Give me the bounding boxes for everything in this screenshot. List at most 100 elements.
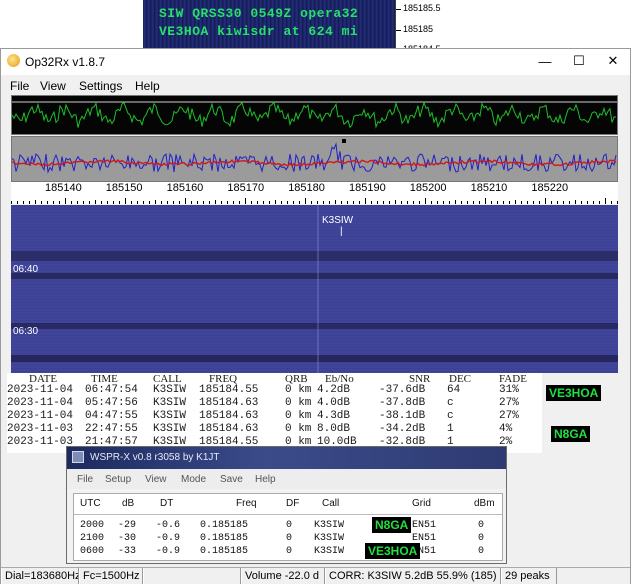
app-icon <box>7 54 20 67</box>
spot-cell: -37.8dB <box>379 397 426 409</box>
wsprx-menu-mode[interactable]: Mode <box>181 474 206 485</box>
spot-cell: -34.2dB <box>379 423 426 435</box>
wsprx-menu-save[interactable]: Save <box>220 474 243 485</box>
spot-cell: 0 km <box>285 397 312 409</box>
spot-cell: 185184.63 <box>199 397 259 409</box>
menu-help[interactable]: Help <box>135 79 160 93</box>
spot-cell: 2023-11-03 <box>7 423 74 435</box>
wsprx-cell: 0 <box>286 546 293 557</box>
wsprx-cell: 0 <box>286 533 293 544</box>
menu-settings[interactable]: Settings <box>79 79 122 93</box>
wsprx-menu-view[interactable]: View <box>145 474 167 485</box>
spot-cell: 27% <box>499 397 519 409</box>
waterfall-time-label: 06:30 <box>13 326 39 337</box>
overlay-scale-label: 185185.5 <box>403 3 441 13</box>
wsprx-column-header: DT <box>160 498 174 509</box>
waterfall-spot-marker: | <box>340 226 343 237</box>
status-bar: Dial=183680Hz Fc=1500Hz Volume -22.0 d C… <box>1 567 630 584</box>
maximize-button[interactable]: ☐ <box>562 49 596 73</box>
spot-cell: 2023-11-04 <box>7 384 74 396</box>
frequency-scale-label: 185200 <box>409 182 447 194</box>
title-bar[interactable]: Op32Rx v1.8.7 — ☐ ✕ <box>1 49 630 75</box>
status-fc: Fc=1500Hz <box>79 568 143 584</box>
menu-view[interactable]: View <box>40 79 66 93</box>
spot-cell: 4% <box>499 423 513 435</box>
frequency-scale: 185140 185150 185160 185170 185180 185190 1852… <box>11 182 618 204</box>
wsprx-cell: -0.9 <box>156 533 181 544</box>
wsprx-column-header: UTC <box>80 498 101 509</box>
wsprx-cell: K3SIW <box>314 546 345 557</box>
audio-waveform-display <box>11 95 618 135</box>
spectrum-display <box>11 136 618 182</box>
spot-cell: 185184.63 <box>199 410 259 422</box>
wsprx-cell: 0 <box>478 520 485 531</box>
wsprx-column-header: Grid <box>412 498 431 509</box>
spot-cell: 0 km <box>285 423 312 435</box>
wsprx-cell: 2000 <box>80 520 105 531</box>
wsprx-menu-file[interactable]: File <box>77 474 93 485</box>
frequency-scale-label: 185160 <box>166 182 204 194</box>
menu-bar: File View Settings Help <box>1 75 630 95</box>
wsprx-column-header: Freq <box>236 498 257 509</box>
status-blank <box>143 568 241 584</box>
overlay-scale-label: 185185 <box>403 24 434 34</box>
wsprx-cell: 0600 <box>80 546 105 557</box>
n8ga-callsign-tag: N8GA <box>551 426 591 442</box>
spot-cell: K3SIW <box>153 384 187 396</box>
wsprx-column-header: dB <box>122 498 135 509</box>
waterfall-display[interactable]: K3SIW | 06:40 06:30 <box>11 205 618 373</box>
wsprx-app-icon <box>72 451 84 463</box>
wsprx-cell: 0.185185 <box>200 546 249 557</box>
menu-file[interactable]: File <box>10 79 29 93</box>
minimize-button[interactable]: — <box>528 49 562 73</box>
spot-cell: 31% <box>499 384 519 396</box>
spot-cell: 185184.63 <box>199 423 259 435</box>
spot-cell: 0 km <box>285 410 312 422</box>
spot-cell: 04:47:55 <box>85 410 138 422</box>
spot-cell: 22:47:55 <box>85 423 138 435</box>
spot-cell: 27% <box>499 410 519 422</box>
wsprx-decode-table: UTC dB DT Freq DF Call Grid dBm 2000 -29 -0.6 0.185… <box>73 493 503 561</box>
overlay-text-line1: SIW QRSS30 0549Z opera32 <box>159 6 359 21</box>
spot-cell: 4.0dB <box>317 397 351 409</box>
spectrum-trace <box>11 139 617 174</box>
wsprx-cell: EN51 <box>412 520 437 531</box>
spot-cell: -38.1dB <box>379 410 426 422</box>
wsprx-cell: K3SIW <box>314 533 345 544</box>
wsprx-cell: 2100 <box>80 533 105 544</box>
spot-cell: c <box>447 397 454 409</box>
wsprx-cell: 0.185185 <box>200 520 249 531</box>
waterfall-spot-label: K3SIW <box>322 215 354 226</box>
wsprx-menu-setup[interactable]: Setup <box>105 474 131 485</box>
spot-cell: 185184.55 <box>199 384 259 396</box>
waterfall-time-label: 06:40 <box>13 264 39 275</box>
wsprx-column-header: dBm <box>474 498 495 509</box>
spot-cell: K3SIW <box>153 410 187 422</box>
n8ga-callsign-tag-wsprx: N8GA <box>372 517 412 533</box>
spot-cell: 4.3dB <box>317 410 351 422</box>
spot-cell: c <box>447 410 454 422</box>
spot-cell: K3SIW <box>153 423 187 435</box>
status-correlation: CORR: K3SIW 5.2dB 55.9% (185) <box>325 568 501 584</box>
spot-cell: 05:47:56 <box>85 397 138 409</box>
decoded-spots-table: DATE TIME CALL FREQ QRB Eb/No SNR DEC FADE 2023-1… <box>7 373 542 453</box>
frequency-scale-label: 185150 <box>105 182 143 194</box>
wsprx-column-header: Call <box>322 498 340 509</box>
wsprx-cell: -0.9 <box>156 546 181 557</box>
frequency-scale-label: 185190 <box>349 182 386 194</box>
window-title: Op32Rx v1.8.7 <box>25 55 106 69</box>
frequency-scale-label: 185220 <box>531 182 569 194</box>
spot-cell: 8.0dB <box>317 423 351 435</box>
spot-cell: 4.2dB <box>317 384 351 396</box>
wsprx-menu-help[interactable]: Help <box>255 474 276 485</box>
wsprx-title: WSPR-X v0.8 r3058 by K1JT <box>90 452 220 463</box>
spot-cell: 2023-11-03 <box>7 436 74 448</box>
status-volume: Volume -22.0 d <box>241 568 325 584</box>
wsprx-cell: -33 <box>118 546 137 557</box>
wsprx-cell: -0.6 <box>156 520 181 531</box>
ve3hoa-callsign-tag: VE3HOA <box>546 385 602 401</box>
close-button[interactable]: ✕ <box>596 49 630 73</box>
wsprx-menu-bar: File Setup View Mode Save Help <box>67 469 506 489</box>
wsprx-cell: -30 <box>118 533 137 544</box>
frequency-scale-label: 185210 <box>470 182 508 194</box>
